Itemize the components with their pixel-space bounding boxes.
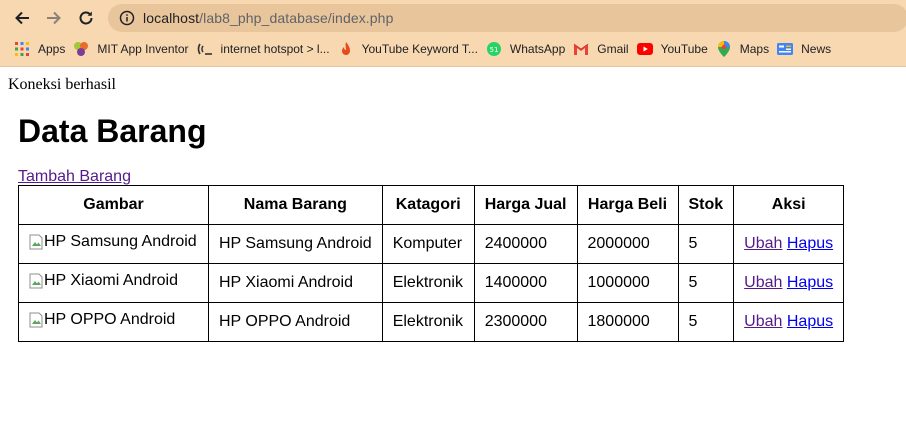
bookmark-gmail[interactable]: Gmail <box>573 37 636 61</box>
edit-link[interactable]: Ubah <box>744 313 782 330</box>
keyword-tool-icon <box>338 41 354 57</box>
bookmark-label: YouTube <box>660 42 708 56</box>
cell-stok: 5 <box>677 224 735 264</box>
column-header-katagori: Katagori <box>381 185 475 225</box>
bookmark-news[interactable]: News <box>777 37 839 61</box>
page-title: Data Barang <box>18 113 207 149</box>
bookmark-label: internet hotspot > l... <box>220 42 330 56</box>
url-host: localhost <box>143 10 200 26</box>
column-header-aksi: Aksi <box>733 185 845 225</box>
bookmark-label: Apps <box>38 42 66 56</box>
cell-aksi: Ubah Hapus <box>733 302 845 342</box>
cell-harga-beli: 1800000 <box>576 302 679 342</box>
forward-arrow-icon <box>47 11 61 25</box>
cell-stok: 5 <box>677 263 735 303</box>
cell-image: HP Samsung Android <box>18 224 209 264</box>
cell-aksi: Ubah Hapus <box>733 263 845 303</box>
cell-nama: HP OPPO Android <box>208 302 383 342</box>
address-url[interactable]: localhost/lab8_php_database/index.php <box>143 10 393 26</box>
image-alt-text: HP Xiaomi Android <box>44 272 178 289</box>
column-header-harga-beli: Harga Beli <box>576 185 679 225</box>
reload-button[interactable] <box>73 5 99 31</box>
table-header-row: Gambar Nama Barang Katagori Harga Jual H… <box>18 185 845 225</box>
items-table: Gambar Nama Barang Katagori Harga Jual H… <box>18 185 845 342</box>
cell-harga-jual: 2300000 <box>473 302 578 342</box>
bookmark-label: MIT App Inventor <box>97 42 189 56</box>
back-button[interactable] <box>9 5 35 31</box>
column-header-nama-barang: Nama Barang <box>208 185 383 225</box>
hotspot-icon <box>197 41 213 57</box>
address-bar[interactable]: localhost/lab8_php_database/index.php <box>108 4 906 32</box>
youtube-icon <box>636 41 653 57</box>
reload-icon <box>79 11 93 25</box>
cell-harga-jual: 2400000 <box>473 224 578 264</box>
bookmark-youtube-keyword[interactable]: YouTube Keyword T... <box>338 37 486 61</box>
cell-nama: HP Xiaomi Android <box>208 263 383 303</box>
site-info-icon[interactable] <box>119 10 135 26</box>
cell-aksi: Ubah Hapus <box>733 224 845 264</box>
edit-link[interactable]: Ubah <box>744 274 782 291</box>
mit-app-inventor-icon <box>73 41 89 57</box>
forward-button[interactable] <box>41 5 67 31</box>
browser-toolbar: localhost/lab8_php_database/index.php Ap… <box>0 0 906 67</box>
cell-image: HP OPPO Android <box>18 302 209 342</box>
broken-image-icon <box>29 273 43 289</box>
cell-image: HP Xiaomi Android <box>18 263 209 303</box>
bookmark-maps[interactable]: Maps <box>716 37 777 61</box>
connection-status-text: Koneksi berhasil <box>8 76 116 93</box>
broken-image-icon <box>29 234 43 250</box>
bookmark-whatsapp[interactable]: 51 WhatsApp <box>486 37 573 61</box>
table-row: HP Samsung Android HP Samsung Android Ko… <box>18 224 845 264</box>
bookmark-label: YouTube Keyword T... <box>361 42 478 56</box>
table-row: HP Xiaomi Android HP Xiaomi Android Elek… <box>18 263 845 303</box>
news-icon <box>777 41 794 57</box>
whatsapp-icon: 51 <box>486 41 502 57</box>
column-header-gambar: Gambar <box>18 185 209 225</box>
bookmarks-bar: Apps MIT App Inventor internet hotspot >… <box>0 36 906 62</box>
column-header-harga-jual: Harga Jual <box>473 185 578 225</box>
bookmark-label: Maps <box>739 42 770 56</box>
gmail-icon <box>573 41 589 57</box>
maps-icon <box>716 41 732 57</box>
table-row: HP OPPO Android HP OPPO Android Elektron… <box>18 302 845 342</box>
cell-harga-beli: 1000000 <box>576 263 679 303</box>
cell-nama: HP Samsung Android <box>208 224 383 264</box>
svg-text:51: 51 <box>489 46 498 54</box>
image-alt-text: HP Samsung Android <box>44 233 197 250</box>
bookmark-label: News <box>801 42 832 56</box>
delete-link[interactable]: Hapus <box>787 313 833 330</box>
bookmark-internet-hotspot[interactable]: internet hotspot > l... <box>197 37 338 61</box>
cell-stok: 5 <box>677 302 735 342</box>
add-item-link[interactable]: Tambah Barang <box>18 168 131 186</box>
image-alt-text: HP OPPO Android <box>44 311 176 328</box>
bookmark-youtube[interactable]: YouTube <box>636 37 716 61</box>
column-header-stok: Stok <box>677 185 735 225</box>
bookmark-apps[interactable]: Apps <box>14 37 73 61</box>
cell-kategori: Elektronik <box>381 263 475 303</box>
delete-link[interactable]: Hapus <box>787 274 833 291</box>
cell-harga-jual: 1400000 <box>473 263 578 303</box>
delete-link[interactable]: Hapus <box>787 235 833 252</box>
bookmark-mit-app-inventor[interactable]: MIT App Inventor <box>73 37 196 61</box>
bookmark-label: WhatsApp <box>509 42 566 56</box>
cell-kategori: Komputer <box>381 224 475 264</box>
broken-image-icon <box>29 312 43 328</box>
cell-harga-beli: 2000000 <box>576 224 679 264</box>
cell-kategori: Elektronik <box>381 302 475 342</box>
edit-link[interactable]: Ubah <box>744 235 782 252</box>
bookmark-label: Gmail <box>597 42 629 56</box>
url-path: /lab8_php_database/index.php <box>199 10 394 26</box>
back-arrow-icon <box>15 11 29 25</box>
apps-grid-icon <box>14 41 30 57</box>
